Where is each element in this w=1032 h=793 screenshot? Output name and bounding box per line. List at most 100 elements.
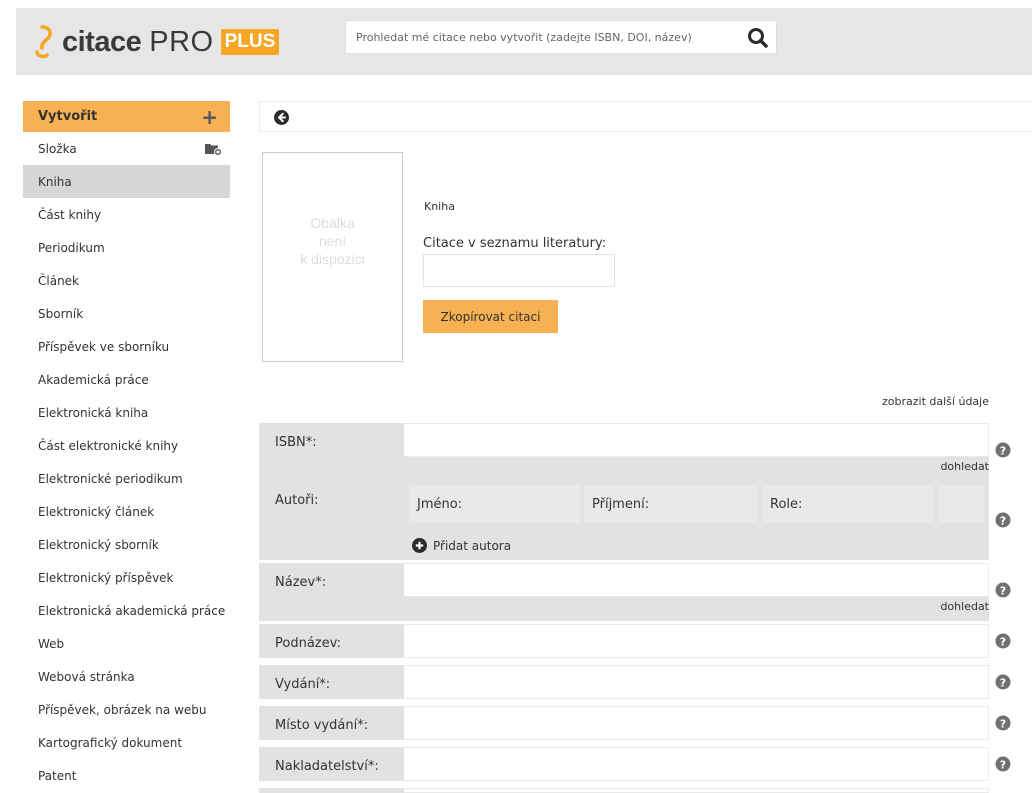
logo-plus-badge: PLUS	[220, 29, 280, 55]
add-author-label: Přidat autora	[433, 538, 512, 553]
sidebar-item-label: Příspěvek ve sborníku	[38, 339, 170, 354]
sidebar-item[interactable]: Elektronická kniha	[23, 396, 230, 429]
help-icon[interactable]: ?	[995, 512, 1011, 528]
subtitle-label: Podnázev:	[259, 624, 404, 658]
authors-label: Autoři:	[259, 481, 404, 560]
next-field-input[interactable]	[404, 788, 989, 793]
sidebar-item[interactable]: Kartografický dokument	[23, 726, 230, 759]
sidebar-item[interactable]: Část elektronické knihy	[23, 429, 230, 462]
citation-output	[423, 254, 615, 287]
isbn-input[interactable]	[404, 423, 989, 457]
sidebar-item[interactable]: Elektronická akademická práce	[23, 594, 230, 627]
sidebar-item[interactable]: Příspěvek ve sborníku	[23, 330, 230, 363]
citation-label: Citace v seznamu literatury:	[423, 236, 607, 251]
title-lookup-bar: dohledat	[404, 597, 989, 621]
create-menu-header[interactable]: Vytvořit +	[23, 101, 230, 132]
sidebar-item[interactable]: Elektronický sborník	[23, 528, 230, 561]
document-type-list: Kniha Část knihy Periodikum Článek Sborník Př…	[23, 165, 230, 792]
sidebar: Vytvořit + Složka Kniha Část knihy Periodi…	[23, 101, 230, 792]
sidebar-item-label: Článek	[38, 273, 80, 288]
author-last-name-header: Příjmení:	[584, 485, 758, 523]
copy-citation-button[interactable]: Zkopírovat citaci	[423, 300, 558, 333]
help-icon[interactable]: ?	[995, 442, 1011, 458]
title-lookup-link[interactable]: dohledat	[940, 600, 989, 613]
sidebar-item[interactable]: Akademická práce	[23, 363, 230, 396]
sidebar-item-label: Příspěvek, obrázek na webu	[38, 702, 207, 717]
sidebar-item-label: Elektronický článek	[38, 504, 155, 519]
place-label-text: Místo vydání*:	[275, 718, 369, 733]
sidebar-item-label: Složka	[38, 141, 77, 156]
place-input[interactable]	[404, 706, 989, 740]
search-icon[interactable]	[747, 27, 769, 49]
sidebar-item-label: Kartografický dokument	[38, 735, 183, 750]
svg-text:?: ?	[1000, 585, 1006, 598]
sidebar-item-label: Periodikum	[38, 240, 105, 255]
svg-text:?: ?	[1000, 636, 1006, 649]
sidebar-item-label: Elektronická kniha	[38, 405, 149, 420]
svg-text:?: ?	[1000, 677, 1006, 690]
sidebar-item[interactable]: Sborník	[23, 297, 230, 330]
isbn-label: ISBN*:	[259, 423, 404, 481]
show-more-details-link[interactable]: zobrazit další údaje	[760, 395, 989, 408]
sidebar-item-label: Elektronická akademická práce	[38, 603, 226, 618]
sidebar-item[interactable]: Periodikum	[23, 231, 230, 264]
logo-mark-icon	[35, 25, 52, 59]
sidebar-item-folder[interactable]: Složka	[23, 132, 230, 165]
sidebar-item-label: Patent	[38, 768, 77, 783]
isbn-label-text: ISBN*:	[275, 435, 317, 450]
svg-text:?: ?	[1000, 515, 1006, 528]
author-role-header: Role:	[762, 485, 934, 523]
edition-label: Vydání*:	[259, 665, 404, 699]
sidebar-item-label: Webová stránka	[38, 669, 135, 684]
plus-icon[interactable]: +	[201, 107, 218, 127]
search-box	[345, 20, 777, 54]
help-icon[interactable]: ?	[995, 756, 1011, 772]
sidebar-item-label: Web	[38, 636, 65, 651]
sidebar-item[interactable]: Článek	[23, 264, 230, 297]
sidebar-item-label: Akademická práce	[38, 372, 149, 387]
help-icon[interactable]: ?	[995, 633, 1011, 649]
authors-label-text: Autoři:	[275, 493, 319, 508]
search-input[interactable]	[346, 21, 741, 53]
add-author-button[interactable]: Přidat autora	[412, 538, 511, 553]
sidebar-item[interactable]: Elektronický článek	[23, 495, 230, 528]
edition-label-text: Vydání*:	[275, 677, 331, 692]
help-icon[interactable]: ?	[995, 715, 1011, 731]
create-label: Vytvořit	[38, 109, 98, 124]
help-icon[interactable]: ?	[995, 674, 1011, 690]
plus-circle-icon	[412, 538, 427, 553]
svg-text:?: ?	[1000, 759, 1006, 772]
sidebar-item[interactable]: Webová stránka	[23, 660, 230, 693]
title-label: Název*:	[259, 563, 404, 621]
document-type-label: Kniha	[424, 200, 455, 213]
title-input[interactable]	[404, 563, 989, 597]
sidebar-item-label: Část knihy	[38, 207, 102, 222]
sidebar-item[interactable]: Elektronický příspěvek	[23, 561, 230, 594]
sidebar-item[interactable]: Patent	[23, 759, 230, 792]
author-actions-header	[938, 485, 984, 523]
main-top-bar	[259, 101, 1032, 132]
sidebar-item-label: Elektronický příspěvek	[38, 570, 174, 585]
help-icon[interactable]: ?	[995, 582, 1011, 598]
logo[interactable]: citace PRO PLUS	[34, 24, 280, 60]
sidebar-item-label: Kniha	[38, 174, 72, 189]
sidebar-item[interactable]: Kniha	[23, 165, 230, 198]
folder-add-icon[interactable]	[204, 142, 222, 156]
edition-input[interactable]	[404, 665, 989, 699]
author-first-name-header: Jméno:	[409, 485, 580, 523]
sidebar-item[interactable]: Příspěvek, obrázek na webu	[23, 693, 230, 726]
publisher-label: Nakladatelství*:	[259, 747, 404, 781]
sidebar-item[interactable]: Elektronické periodikum	[23, 462, 230, 495]
sidebar-item-label: Elektronický sborník	[38, 537, 159, 552]
subtitle-label-text: Podnázev:	[275, 636, 341, 651]
svg-text:?: ?	[1000, 718, 1006, 731]
publisher-input[interactable]	[404, 747, 989, 781]
authors-table: Jméno: Příjmení: Role: Přidat autora	[404, 481, 989, 560]
sidebar-item[interactable]: Web	[23, 627, 230, 660]
sidebar-item[interactable]: Část knihy	[23, 198, 230, 231]
subtitle-input[interactable]	[404, 624, 989, 658]
isbn-lookup-link[interactable]: dohledat	[940, 460, 989, 473]
logo-pro-text: PRO	[149, 25, 214, 58]
sidebar-item-label: Část elektronické knihy	[38, 438, 179, 453]
back-arrow-icon[interactable]	[274, 110, 289, 125]
